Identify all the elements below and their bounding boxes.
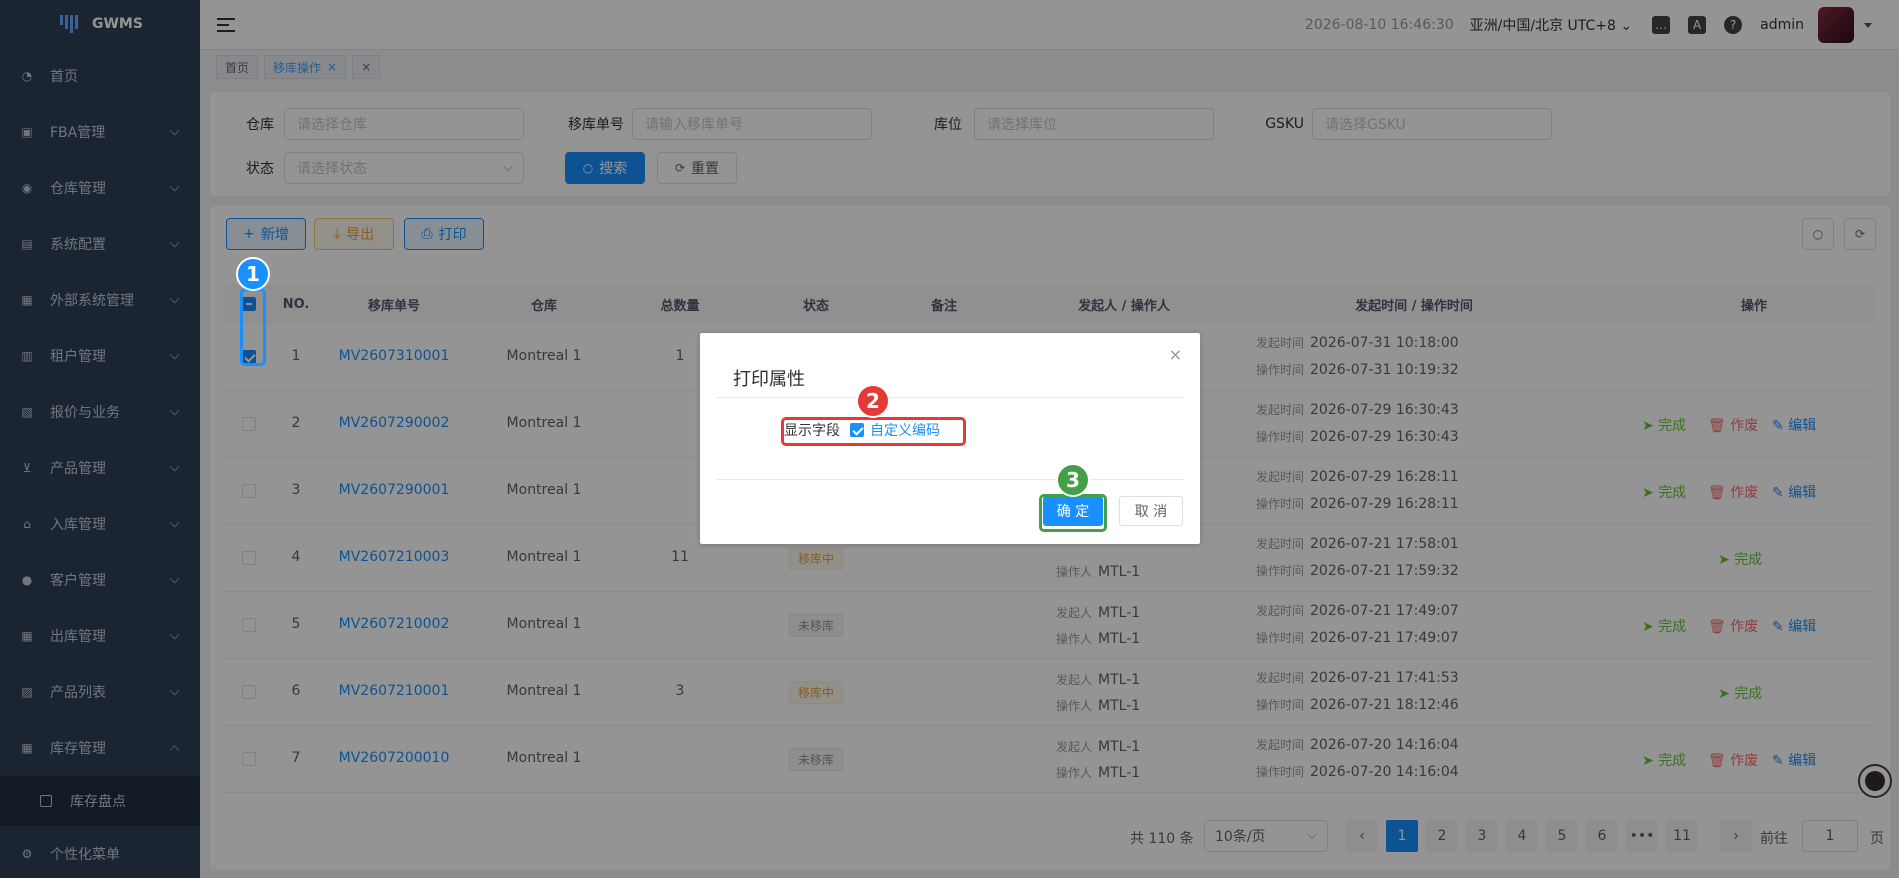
close-icon[interactable]: × — [1169, 345, 1182, 364]
dialog-divider — [717, 479, 1183, 480]
annotation-box-3 — [1039, 494, 1107, 532]
dialog-divider — [717, 397, 1183, 398]
cancel-button[interactable]: 取 消 — [1119, 496, 1183, 526]
annotation-marker-2: 2 — [856, 384, 890, 418]
annotation-box-1 — [240, 288, 266, 366]
dialog-title: 打印属性 — [733, 369, 805, 390]
annotation-box-2 — [781, 417, 966, 446]
annotation-marker-3: 3 — [1056, 463, 1090, 497]
annotation-marker-1: 1 — [236, 257, 270, 291]
